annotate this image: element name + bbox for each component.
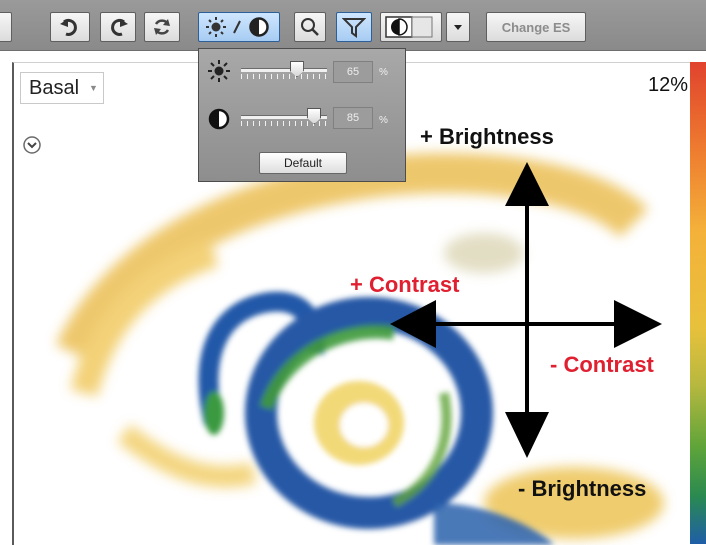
minus-contrast-label: - Contrast: [550, 352, 654, 377]
contrast-unit: %: [379, 115, 388, 126]
brightness-unit: %: [379, 67, 388, 78]
brightness-contrast-popup: 65 % 85 % Default: [198, 48, 406, 182]
brightness-up-arrowhead: [505, 162, 549, 206]
brightness-slider-ticks: [241, 74, 327, 79]
brightness-slider[interactable]: [241, 61, 327, 80]
brightness-down-arrowhead: [505, 412, 549, 458]
plus-contrast-label: + Contrast: [350, 272, 460, 297]
contrast-up-arrowhead: [390, 300, 436, 348]
contrast-icon: [208, 108, 230, 130]
plus-brightness-label: + Brightness: [420, 124, 554, 149]
brightness-slider-track: [241, 68, 327, 72]
brightness-value-field[interactable]: 65: [333, 61, 373, 83]
contrast-slider[interactable]: [241, 108, 327, 127]
contrast-value-field[interactable]: 85: [333, 107, 373, 129]
default-button[interactable]: Default: [259, 152, 347, 174]
sun-icon: [208, 60, 230, 82]
contrast-down-arrowhead: [614, 300, 662, 348]
minus-brightness-label: - Brightness: [518, 476, 647, 501]
